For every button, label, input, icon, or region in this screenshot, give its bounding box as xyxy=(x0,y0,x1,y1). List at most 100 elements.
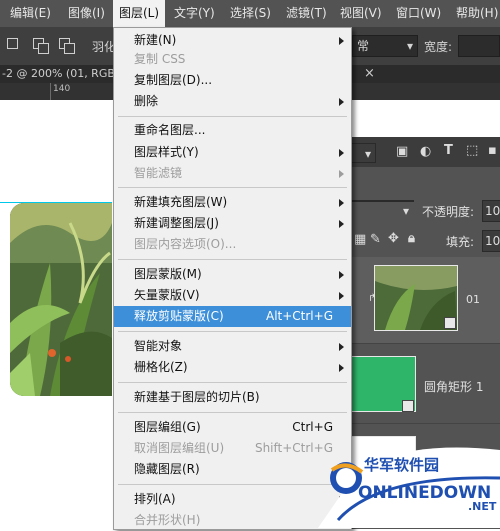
layer-name[interactable]: 圆角矩形 1 xyxy=(424,378,483,395)
menu-item-label: 重命名图层... xyxy=(134,123,206,137)
blend-opacity-row: ▾ 不透明度: 100 xyxy=(340,196,500,226)
menu-select[interactable]: 选择(S) xyxy=(224,0,277,27)
vector-mask-badge-icon xyxy=(444,317,456,329)
menu-item-new-layer-based-slice[interactable]: 新建基于图层的切片(B) xyxy=(114,387,351,408)
lock-fill-row: ▦ ✎ ✥ 🔒︎ 填充: 100 xyxy=(340,226,500,256)
subtract-selection-icon[interactable] xyxy=(56,35,76,55)
watermark-cn-text: 华军软件园 xyxy=(364,456,439,474)
menu-item-vector-mask[interactable]: 矢量蒙版(V) xyxy=(114,285,351,306)
opacity-input[interactable]: 100 xyxy=(482,200,500,222)
brush-lock-icon[interactable]: ✎ xyxy=(370,232,381,247)
new-selection-icon[interactable] xyxy=(4,35,24,55)
menu-item-label: 图层样式(Y) xyxy=(134,145,199,159)
menu-type[interactable]: 文字(Y) xyxy=(168,0,221,27)
menu-item-smart-filter[interactable]: 智能滤镜 xyxy=(114,163,351,184)
style-select-value: 常 xyxy=(357,39,370,53)
menu-item-new-adjustment-layer[interactable]: 新建调整图层(J) xyxy=(114,213,351,234)
menu-item-layer-style[interactable]: 图层样式(Y) xyxy=(114,142,351,163)
menu-item-new[interactable]: 新建(N) xyxy=(114,30,351,51)
layer-row-01[interactable]: ↱ 01 xyxy=(340,257,500,343)
menu-layer[interactable]: 图层(L) xyxy=(113,0,166,27)
chevron-down-icon: ▾ xyxy=(406,39,413,53)
menu-item-duplicate-layer[interactable]: 复制图层(D)... xyxy=(114,70,351,91)
submenu-arrow-icon xyxy=(339,292,344,300)
shape-filter-icon[interactable]: ⬚ xyxy=(466,143,478,158)
menu-separator xyxy=(118,187,347,188)
menu-item-label: 取消图层编组(U) xyxy=(134,441,225,455)
close-tab-icon[interactable]: × xyxy=(364,66,375,81)
menu-item-label: 隐藏图层(R) xyxy=(134,462,200,476)
chevron-down-icon: ▾ xyxy=(364,147,371,161)
menu-item-label: 新建调整图层(J) xyxy=(134,216,219,230)
type-filter-icon[interactable]: T xyxy=(444,143,453,158)
submenu-arrow-icon xyxy=(339,343,344,351)
layer-row-rounded-rect[interactable]: 圆角矩形 1 xyxy=(340,343,500,424)
lock-pixels-icon[interactable]: ▦ xyxy=(354,232,366,247)
menu-item-rename-layer[interactable]: 重命名图层... xyxy=(114,120,351,141)
menu-item-label: 新建基于图层的切片(B) xyxy=(134,390,260,404)
style-select[interactable]: 常 ▾ xyxy=(352,35,418,57)
chevron-down-icon: ▾ xyxy=(402,204,409,218)
layer-menu-dropdown: 新建(N) 复制 CSS 复制图层(D)... 删除 重命名图层... 图层样式… xyxy=(113,27,352,530)
menu-image[interactable]: 图像(I) xyxy=(62,0,111,27)
submenu-arrow-icon xyxy=(339,199,344,207)
menu-item-arrange[interactable]: 排列(A) xyxy=(114,489,351,510)
menu-item-label: 智能对象 xyxy=(134,339,183,353)
menu-separator xyxy=(118,331,347,332)
submenu-arrow-icon xyxy=(339,98,344,106)
width-input[interactable] xyxy=(458,35,500,57)
menu-item-label: 复制 CSS xyxy=(134,52,186,66)
menu-item-smart-object[interactable]: 智能对象 xyxy=(114,336,351,357)
menu-item-label: 删除 xyxy=(134,94,159,108)
menu-item-delete[interactable]: 删除 xyxy=(114,91,351,112)
move-lock-icon[interactable]: ✥ xyxy=(388,231,399,246)
submenu-arrow-icon xyxy=(339,364,344,372)
document-tab-title[interactable]: -2 @ 200% (01, RGB/ xyxy=(2,67,119,80)
menu-item-label: 矢量蒙版(V) xyxy=(134,288,200,302)
menu-item-label: 排列(A) xyxy=(134,492,176,506)
menu-item-new-fill-layer[interactable]: 新建填充图层(W) xyxy=(114,192,351,213)
menu-item-group-layers[interactable]: 图层编组(G) Ctrl+G xyxy=(114,417,351,438)
menu-separator xyxy=(118,412,347,413)
onlinedown-watermark-logo: 华军软件园 ONLINEDOWN .NET xyxy=(318,440,500,528)
menu-item-release-clipping-mask[interactable]: 释放剪贴蒙版(C) Alt+Ctrl+G xyxy=(114,306,351,327)
menu-item-ungroup-layers[interactable]: 取消图层编组(U) Shift+Ctrl+G xyxy=(114,438,351,459)
menu-help[interactable]: 帮助(H) xyxy=(450,0,500,27)
submenu-arrow-icon xyxy=(339,37,344,45)
menu-window[interactable]: 窗口(W) xyxy=(390,0,447,27)
adjustment-filter-icon[interactable]: ◐ xyxy=(420,144,431,159)
smart-object-filter-icon[interactable]: ▪ xyxy=(488,143,497,158)
menu-item-label: 复制图层(D)... xyxy=(134,73,213,87)
menu-item-copy-css[interactable]: 复制 CSS xyxy=(114,49,351,70)
menu-filter[interactable]: 滤镜(T) xyxy=(280,0,333,27)
menu-item-rasterize[interactable]: 栅格化(Z) xyxy=(114,357,351,378)
opacity-value: 100 xyxy=(485,204,500,218)
menu-item-hide-layers[interactable]: 隐藏图层(R) xyxy=(114,459,351,480)
opacity-label: 不透明度: xyxy=(422,205,475,219)
layers-filter-bar: ▾ ▣ ◐ T ⬚ ▪ xyxy=(340,137,500,167)
ruler-tick-label: 140 xyxy=(53,84,71,94)
submenu-arrow-icon xyxy=(339,149,344,157)
fill-value: 100 xyxy=(485,234,500,248)
jungle-image xyxy=(10,203,112,396)
submenu-arrow-icon xyxy=(339,170,344,178)
fill-label: 填充: xyxy=(446,235,475,249)
menu-separator xyxy=(118,116,347,117)
image-filter-icon[interactable]: ▣ xyxy=(396,144,408,159)
shape-badge-icon xyxy=(402,400,414,412)
menu-edit[interactable]: 编辑(E) xyxy=(4,0,57,27)
menu-item-shortcut: Ctrl+G xyxy=(292,420,333,434)
submenu-arrow-icon xyxy=(339,271,344,279)
menu-item-shortcut: Alt+Ctrl+G xyxy=(265,309,333,323)
menu-view[interactable]: 视图(V) xyxy=(334,0,388,27)
menu-item-layer-content-options[interactable]: 图层内容选项(O)... xyxy=(114,234,351,255)
width-label: 宽度: xyxy=(424,40,453,54)
menu-item-label: 新建(N) xyxy=(134,33,177,47)
add-to-selection-icon[interactable] xyxy=(30,35,50,55)
lock-all-icon[interactable]: 🔒︎ xyxy=(408,231,415,246)
menu-item-layer-mask[interactable]: 图层蒙版(M) xyxy=(114,264,351,285)
menu-item-label: 图层编组(G) xyxy=(134,420,201,434)
layer-name[interactable]: 01 xyxy=(466,293,480,306)
fill-input[interactable]: 100 xyxy=(482,230,500,252)
menu-separator xyxy=(118,382,347,383)
